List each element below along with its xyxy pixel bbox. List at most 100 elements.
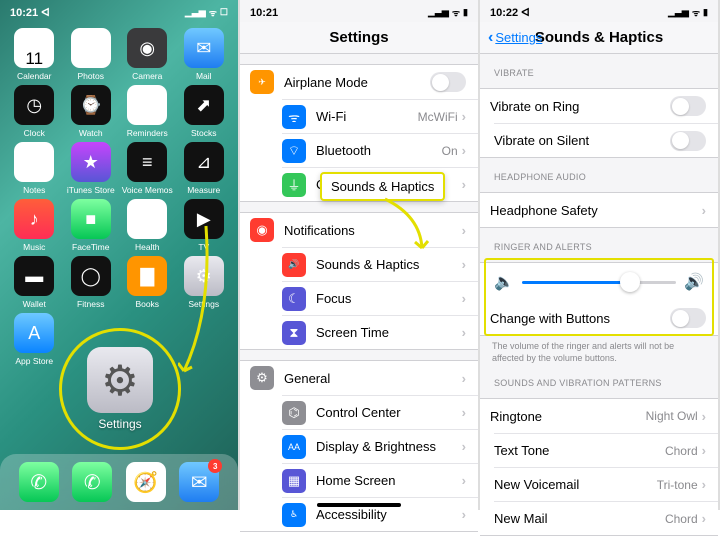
battery-icon: ▮ [703,7,708,18]
safari-app-icon[interactable]: 🧭 [126,462,166,502]
app-health[interactable]: ♥Health [121,199,174,252]
row-icon: ᯤ [282,105,306,129]
settings-icon[interactable]: ⚙ [87,347,153,413]
phone-app-icon[interactable]: ✆ [72,462,112,502]
settings-row[interactable]: ▦Home Screen› [282,463,478,497]
settings-row[interactable]: ☾ Focus› [282,281,478,315]
app-music[interactable]: ♪Music [8,199,61,252]
chevron-left-icon: ‹ [488,29,493,47]
app-watch[interactable]: ⌚Watch [65,85,118,138]
row-vibrate-ring[interactable]: Vibrate on Ring [480,89,718,123]
settings-row[interactable]: ✈︎ Airplane Mode [240,65,478,99]
mail-badge: 3 [208,459,222,473]
chevron-right-icon: › [702,203,706,218]
row-label: Control Center [316,405,462,420]
app-wallet[interactable]: ▬ Wallet [8,256,61,309]
sound-row[interactable]: RingtoneNight Owl› [480,399,718,433]
section-header-vibrate: VIBRATE [494,68,718,78]
volume-slider[interactable] [522,281,676,284]
section-header-headphone: HEADPHONE AUDIO [494,172,718,182]
app-books[interactable]: ▇ Books [121,256,174,309]
chevron-right-icon: › [462,291,466,306]
settings-row[interactable]: ⌬Control Center› [282,395,478,429]
app-label: Fitness [77,299,104,309]
app-fitness[interactable]: ◯ Fitness [65,256,118,309]
settings-group: ◉Notifications›🔊Sounds & Haptics›☾Focus›… [240,212,478,350]
app-mail[interactable]: ✉Mail [178,28,231,81]
wifi-icon: ᯤ [692,6,700,19]
row-value: On [442,144,458,158]
app-label: Photos [78,71,104,81]
row-headphone-safety[interactable]: Headphone Safety › [480,193,718,227]
app-notes[interactable]: ▭Notes [8,142,61,195]
row-vibrate-silent[interactable]: Vibrate on Silent [494,123,718,157]
app-label: Stocks [191,128,217,138]
app-cal[interactable]: TUE11Calendar [8,28,61,81]
app-label: FaceTime [72,242,109,252]
sound-row[interactable]: New VoicemailTri-tone› [494,467,718,501]
app-label: Wallet [23,299,46,309]
app-photos[interactable]: ✿Photos [65,28,118,81]
app-appstore[interactable]: A App Store [8,313,61,369]
row-icon: ✈︎ [250,70,274,94]
books-icon: ▇ [127,256,167,296]
app-label: App Store [15,356,53,366]
phone-sounds-haptics: 10:22 ᐊ ▁▃▅ ᯤ ▮ ‹Settings Sounds & Hapti… [480,0,720,510]
app-voice[interactable]: ≡Voice Memos [121,142,174,195]
toggle[interactable] [670,308,706,328]
nav-bar: Settings [240,22,478,54]
phone-app-icon[interactable]: ✆ [19,462,59,502]
pointer-arrow [178,221,212,376]
appstore-icon: A [14,313,54,353]
chevron-right-icon: › [702,511,706,526]
app-measure[interactable]: ⊿Measure [178,142,231,195]
home-indicator[interactable] [317,503,401,507]
fitness-icon: ◯ [71,256,111,296]
row-label: Text Tone [494,443,665,458]
row-value: Chord [665,512,698,526]
sound-row[interactable]: New MailChord› [494,501,718,535]
settings-label: Settings [98,417,141,431]
back-button[interactable]: ‹Settings [488,29,542,47]
mail-app-icon[interactable]: ✉3 [179,462,219,502]
row-icon: ♿︎ [282,503,306,527]
row-label: Accessibility [316,507,462,522]
app-reminders[interactable]: ☰Reminders [121,85,174,138]
chevron-right-icon: › [462,439,466,454]
notes-icon: ▭ [14,142,54,182]
row-label: Wi-Fi [316,109,418,124]
battery-icon: ☐ [220,7,228,18]
speaker-low-icon: 🔈 [494,272,514,292]
page-title: Sounds & Haptics [535,29,663,46]
app-camera[interactable]: ◉Camera [121,28,174,81]
app-itunes[interactable]: ★iTunes Store [65,142,118,195]
mail-icon: ✉ [184,28,224,68]
reminders-icon: ☰ [127,85,167,125]
settings-row[interactable]: AADisplay & Brightness› [282,429,478,463]
toggle[interactable] [670,131,706,151]
settings-row[interactable]: ⌔BluetoothOn› [282,133,478,167]
section-header-sounds-patterns: SOUNDS AND VIBRATION PATTERNS [494,378,718,388]
row-icon: ☾ [282,287,306,311]
row-label: Focus [316,291,462,306]
app-clock[interactable]: ◷Clock [8,85,61,138]
row-change-with-buttons[interactable]: Change with Buttons [480,301,718,335]
pointer-arrow [380,196,430,256]
sound-row[interactable]: Text ToneChord› [494,433,718,467]
battery-icon: ▮ [463,7,468,18]
footnote-ringer: The volume of the ringer and alerts will… [492,341,706,364]
app-label: Books [135,299,159,309]
settings-row[interactable]: ⚙General› [240,361,478,395]
app-label: Measure [187,185,220,195]
app-facetime[interactable]: ■FaceTime [65,199,118,252]
settings-row[interactable]: ᯤWi-FiMcWiFi› [282,99,478,133]
wallet-icon: ▬ [14,256,54,296]
toggle[interactable] [670,96,706,116]
row-label: Airplane Mode [284,75,430,90]
chevron-right-icon: › [462,473,466,488]
app-stocks[interactable]: ⬈Stocks [178,85,231,138]
toggle[interactable] [430,72,466,92]
settings-row[interactable]: ◉Notifications› [240,213,478,247]
chevron-right-icon: › [462,507,466,522]
settings-row[interactable]: ⧗Screen Time› [282,315,478,349]
